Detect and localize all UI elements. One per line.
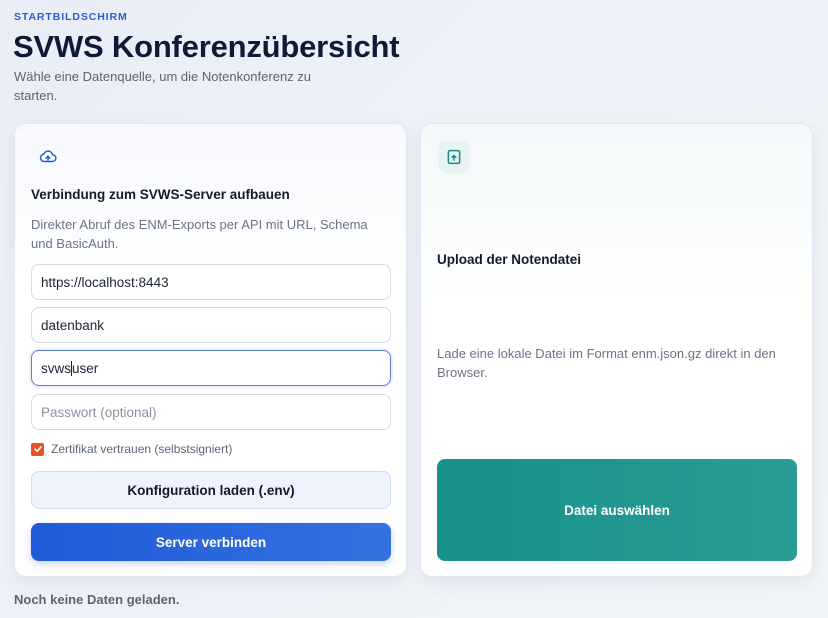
file-upload-icon xyxy=(438,141,470,173)
username-value-start: svws xyxy=(41,360,71,376)
upload-card-description: Lade eine lokale Datei im Format enm.jso… xyxy=(437,346,776,380)
username-input[interactable]: svws user xyxy=(31,350,391,386)
cloud-upload-icon xyxy=(32,141,64,173)
trust-certificate-checkbox[interactable] xyxy=(31,442,44,456)
username-value-end: user xyxy=(72,360,99,376)
eyebrow-label: STARTBILDSCHIRM xyxy=(14,11,128,23)
server-url-value: https://localhost:8443 xyxy=(41,274,169,290)
status-text: Noch keine Daten geladen. xyxy=(14,592,180,607)
page-title: SVWS Konferenzübersicht xyxy=(13,29,400,64)
server-connection-card: Verbindung zum SVWS-Server aufbauen Dire… xyxy=(14,123,407,577)
password-placeholder: Passwort (optional) xyxy=(41,404,157,420)
file-upload-card: Upload der Notendatei Lade eine lokale D… xyxy=(420,123,813,577)
page-subtitle: Wähle eine Datenquelle, um die Notenkonf… xyxy=(14,69,312,103)
trust-certificate-label: Zertifikat vertrauen (selbstsigniert) xyxy=(51,442,233,456)
server-url-input[interactable]: https://localhost:8443 xyxy=(31,264,391,300)
connect-server-button[interactable]: Server verbinden xyxy=(31,523,391,561)
load-config-button[interactable]: Konfiguration laden (.env) xyxy=(31,471,391,509)
upload-card-title: Upload der Notendatei xyxy=(437,252,582,267)
password-input[interactable]: Passwort (optional) xyxy=(31,394,391,430)
server-card-description: Direkter Abruf des ENM-Exports per API m… xyxy=(31,217,368,251)
trust-certificate-row[interactable]: Zertifikat vertrauen (selbstsigniert) xyxy=(31,442,232,456)
check-icon xyxy=(33,446,42,452)
schema-value: datenbank xyxy=(41,317,105,333)
server-card-title: Verbindung zum SVWS-Server aufbauen xyxy=(31,187,290,202)
schema-input[interactable]: datenbank xyxy=(31,307,391,343)
choose-file-button[interactable]: Datei auswählen xyxy=(437,459,797,561)
